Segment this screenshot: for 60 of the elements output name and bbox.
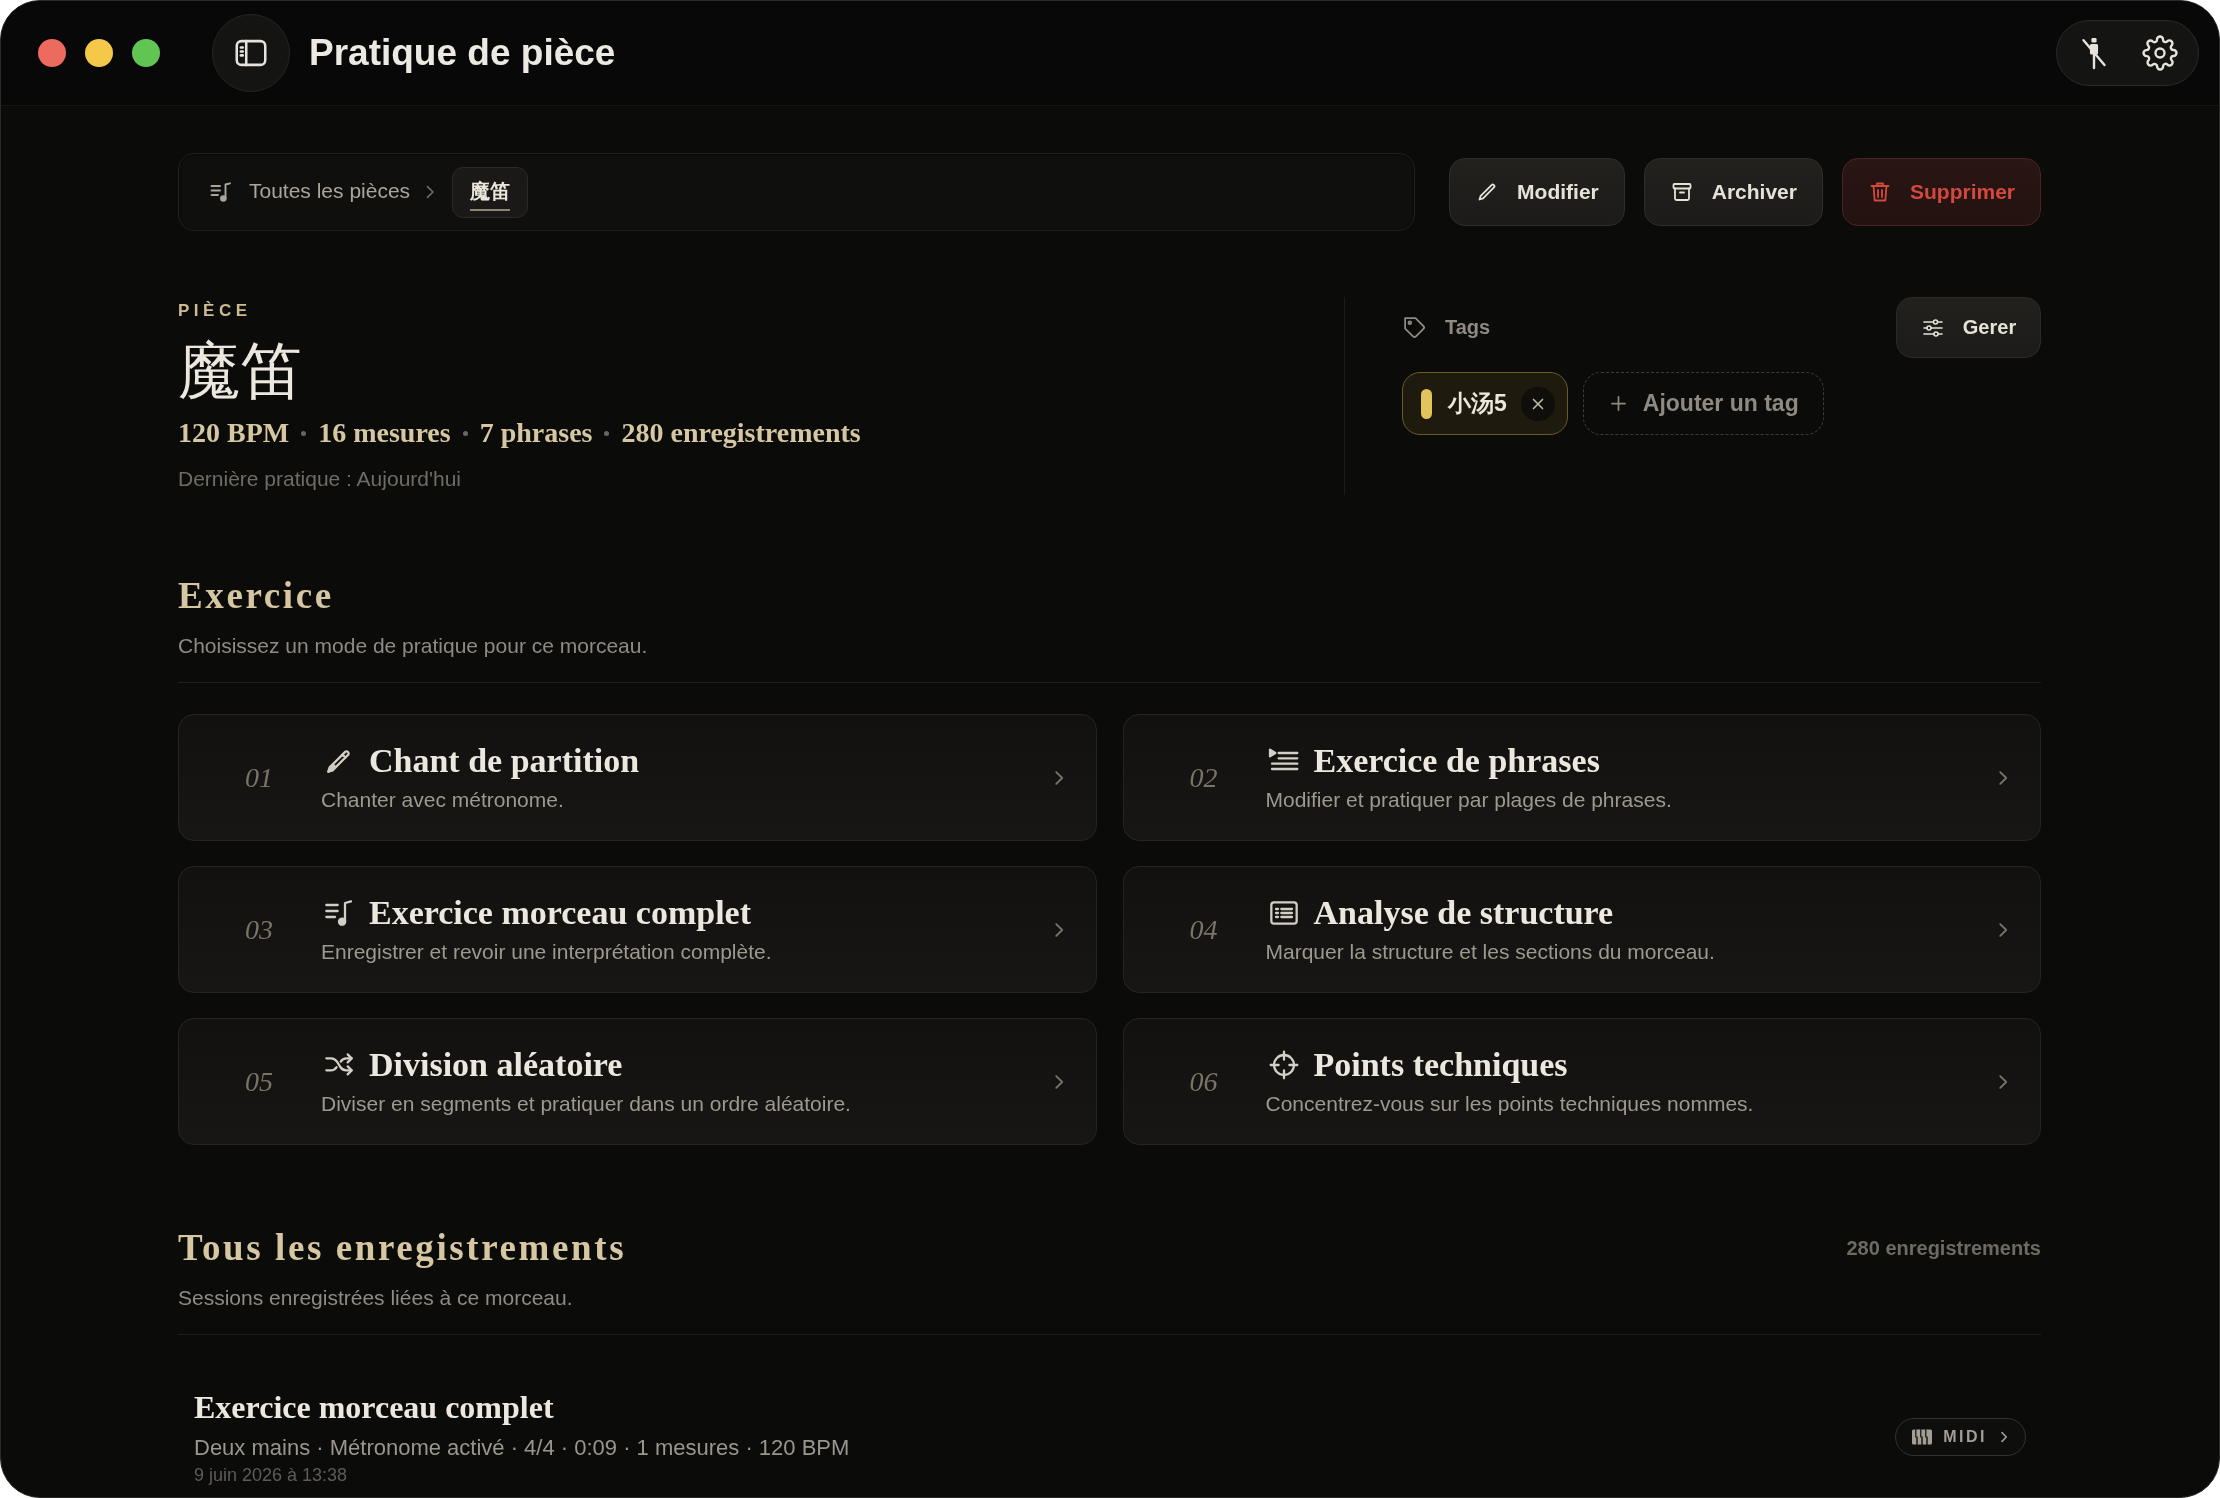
- mode-description: Enregistrer et revoir une interprétation complète.: [321, 939, 773, 965]
- piece-stat: 120 BPM: [178, 416, 290, 450]
- mode-title: Analyse de structure: [1313, 893, 1614, 933]
- recording-meta: Deux mains · Métronome activé · 4/4 · 0:09 · 1 mesures · 120 BPM: [194, 1434, 850, 1462]
- mode-title: Points techniques: [1313, 1045, 1568, 1085]
- tag-label: 小汤5: [1448, 389, 1507, 418]
- archive-button[interactable]: Archiver: [1643, 158, 1823, 226]
- tags-label: Tags: [1445, 316, 1491, 339]
- mode-description: Marquer la structure et les sections du morceau.: [1265, 939, 1716, 965]
- section-heading: Exercice: [178, 574, 334, 618]
- zoom-window-button[interactable]: [132, 39, 160, 67]
- breadcrumb-link[interactable]: Toutes les pièces: [209, 166, 411, 218]
- mode-title: Chant de partition: [369, 741, 640, 781]
- eyebrow-label: PIÈCE: [178, 301, 253, 321]
- mode-card[interactable]: 02 Exercice de phrases Modifier et pratiquer par plages de phrases.: [1122, 714, 2041, 841]
- mode-description: Modifier et pratiquer par plages de phrases.: [1265, 787, 1673, 813]
- edit-button[interactable]: Modifier: [1449, 158, 1625, 226]
- section-subtitle: Sessions enregistrées liées à ce morceau.: [178, 1285, 574, 1311]
- recording-item[interactable]: Exercice morceau complet Deux mains · Métronome activé · 4/4 · 0:09 · 1 mesures · 120 BPM 9 juin 2026 à 13:38 MIDI: [178, 1335, 2041, 1486]
- section-heading: Tous les enregistrements: [178, 1226, 627, 1270]
- tag-icon: [1402, 315, 1427, 340]
- midi-button[interactable]: MIDI: [1895, 1417, 2026, 1456]
- section-subtitle: Choisissez un mode de pratique pour ce morceau.: [178, 633, 649, 659]
- settings-icon[interactable]: [2142, 35, 2178, 71]
- piece-stat: 280 enregistrements: [621, 416, 861, 450]
- mode-card[interactable]: 06 Points techniques Concentrez-vous sur les points techniques nommes.: [1122, 1018, 2041, 1145]
- piece-stat: 16 mesures: [318, 416, 451, 450]
- delete-button[interactable]: Supprimer: [1841, 158, 2041, 226]
- mode-number: 02: [1189, 761, 1219, 794]
- manage-tags-button[interactable]: Gerer: [1896, 297, 2041, 358]
- music-list-icon: [209, 180, 233, 204]
- mode-title: Exercice morceau complet: [369, 893, 752, 933]
- mode-number: 03: [245, 913, 274, 946]
- mode-card[interactable]: 03 Exercice morceau complet Enregistrer et revoir une interprétation complète.: [178, 866, 1097, 993]
- mode-card[interactable]: 04 Analyse de structure Marquer la structure et les sections du morceau.: [1122, 866, 2041, 993]
- minimize-window-button[interactable]: [85, 39, 113, 67]
- music-list-icon: [323, 897, 355, 929]
- mode-number: 06: [1189, 1065, 1219, 1098]
- mode-number: 01: [245, 761, 274, 794]
- remove-tag-button[interactable]: [1520, 386, 1555, 421]
- last-practice-text: Dernière pratique : Aujourd'hui: [178, 466, 463, 492]
- mode-number: 05: [245, 1065, 274, 1098]
- mode-title: Division aléatoire: [369, 1045, 623, 1085]
- window-title: Pratique de pièce: [309, 32, 616, 74]
- breadcrumb-current[interactable]: 魔笛: [452, 166, 529, 218]
- mode-description: Concentrez-vous sur les points techniques nommes.: [1265, 1091, 1755, 1117]
- mode-description: Chanter avec métronome.: [321, 787, 565, 813]
- piece-stat: 7 phrases: [479, 416, 593, 450]
- mode-card[interactable]: 05 Division aléatoire Diviser en segments et pratiquer dans un ordre aléatoire.: [178, 1018, 1097, 1145]
- piece-title: 魔笛: [178, 336, 303, 407]
- mode-title: Exercice de phrases: [1313, 741, 1600, 781]
- recording-title: Exercice morceau complet: [194, 1388, 555, 1427]
- mode-number: 04: [1189, 913, 1219, 946]
- mode-card[interactable]: 01 Chant de partition Chanter avec métronome.: [178, 714, 1097, 841]
- add-tag-button[interactable]: Ajouter un tag: [1582, 372, 1824, 435]
- mode-description: Diviser en segments et pratiquer dans un ordre aléatoire.: [321, 1091, 852, 1117]
- close-window-button[interactable]: [38, 39, 66, 67]
- recording-count: 280 enregistrements: [1846, 1236, 2041, 1260]
- crosshair-icon: [1267, 1049, 1300, 1081]
- recording-date: 9 juin 2026 à 13:38: [194, 1464, 349, 1486]
